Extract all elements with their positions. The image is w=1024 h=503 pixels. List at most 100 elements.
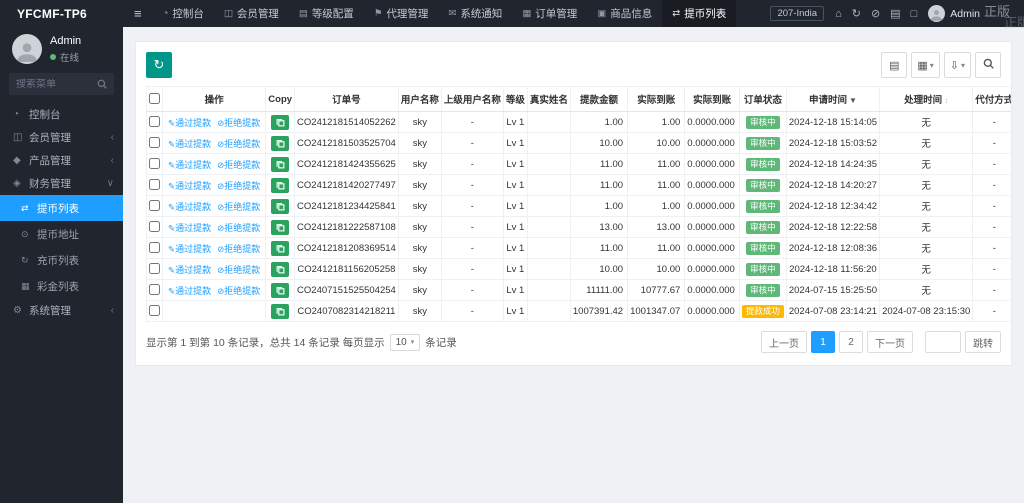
reject-withdraw-link[interactable]: ⊘拒绝提款 bbox=[217, 202, 260, 212]
copy-button[interactable] bbox=[271, 283, 289, 298]
online-status-label: 在线 bbox=[60, 50, 79, 64]
export-button[interactable]: ⇩▾ bbox=[944, 52, 971, 78]
reject-withdraw-link[interactable]: ⊘拒绝提款 bbox=[217, 160, 260, 170]
parent-username: - bbox=[441, 154, 503, 175]
approve-withdraw-link[interactable]: ✎通过提款 bbox=[168, 202, 211, 212]
clear-cache-icon[interactable]: ⊘ bbox=[871, 7, 880, 20]
page-jump-button[interactable]: 跳转 bbox=[965, 331, 1001, 353]
copy-button[interactable] bbox=[271, 262, 289, 277]
navbar-tab-商品信息[interactable]: ▣商品信息 bbox=[587, 0, 662, 27]
row-checkbox[interactable] bbox=[149, 137, 160, 148]
prev-page-button[interactable]: 上一页 bbox=[761, 331, 807, 353]
copy-button[interactable] bbox=[271, 220, 289, 235]
copy-button[interactable] bbox=[271, 241, 289, 256]
language-selector[interactable]: 207-India bbox=[770, 6, 824, 21]
search-toggle-button[interactable] bbox=[975, 52, 1001, 78]
approve-withdraw-link[interactable]: ✎通过提款 bbox=[168, 181, 211, 191]
column-header-用户名称: 用户名称 bbox=[398, 87, 441, 112]
column-label: 等级 bbox=[506, 95, 525, 106]
copy-button[interactable] bbox=[271, 304, 289, 319]
copy-button[interactable] bbox=[271, 136, 289, 151]
reject-withdraw-link[interactable]: ⊘拒绝提款 bbox=[217, 139, 260, 149]
row-checkbox[interactable] bbox=[149, 200, 160, 211]
reject-withdraw-link[interactable]: ⊘拒绝提款 bbox=[217, 181, 260, 191]
username: sky bbox=[398, 217, 441, 238]
navbar-tab-系统通知[interactable]: ✉系统通知 bbox=[438, 0, 512, 27]
withdraw-amount: 1.00 bbox=[570, 112, 627, 133]
copy-button[interactable] bbox=[271, 178, 289, 193]
sidebar-item-财务管理[interactable]: ◈财务管理∨ bbox=[0, 172, 123, 195]
approve-withdraw-link[interactable]: ✎通过提款 bbox=[168, 265, 211, 275]
next-page-button[interactable]: 下一页 bbox=[867, 331, 913, 353]
app-logo: YFCMF-TP6 bbox=[0, 0, 123, 27]
approve-withdraw-link[interactable]: ✎通过提款 bbox=[168, 160, 211, 170]
reject-withdraw-link[interactable]: ⊘拒绝提款 bbox=[217, 244, 260, 254]
username: sky bbox=[398, 259, 441, 280]
row-checkbox[interactable] bbox=[149, 158, 160, 169]
row-checkbox[interactable] bbox=[149, 263, 160, 274]
level: Lv 1 bbox=[503, 175, 527, 196]
row-checkbox[interactable] bbox=[149, 284, 160, 295]
pay-type: - bbox=[973, 175, 1012, 196]
paging-toggle-button[interactable]: ▤ bbox=[881, 52, 907, 78]
navbar-tab-等级配置[interactable]: ▤等级配置 bbox=[289, 0, 364, 27]
columns-button[interactable]: ▦▾ bbox=[911, 52, 939, 78]
copy-button[interactable] bbox=[271, 115, 289, 130]
navbar-user-menu[interactable]: Admin bbox=[928, 5, 980, 22]
approve-withdraw-link[interactable]: ✎通过提款 bbox=[168, 139, 211, 149]
person-icon bbox=[14, 38, 40, 64]
sidebar-item-提币地址[interactable]: ⊙提币地址 bbox=[0, 221, 123, 247]
row-checkbox[interactable] bbox=[149, 305, 160, 316]
order-number: CO2412181514052262 bbox=[295, 112, 399, 133]
reject-withdraw-link[interactable]: ⊘拒绝提款 bbox=[217, 118, 260, 128]
edit-icon: ✎ bbox=[168, 160, 175, 170]
approve-withdraw-link[interactable]: ✎通过提款 bbox=[168, 244, 211, 254]
column-header-Copy: Copy bbox=[266, 87, 295, 112]
edit-icon: ✎ bbox=[168, 265, 175, 275]
row-checkbox[interactable] bbox=[149, 221, 160, 232]
user-profile[interactable]: Admin 在线 bbox=[0, 27, 123, 70]
select-all-checkbox[interactable] bbox=[149, 93, 160, 104]
sidebar-item-会员管理[interactable]: ◫会员管理‹ bbox=[0, 126, 123, 149]
sidebar-item-提币列表[interactable]: ⇄提币列表 bbox=[0, 195, 123, 221]
approve-withdraw-link[interactable]: ✎通过提款 bbox=[168, 223, 211, 233]
pay-type: - bbox=[973, 154, 1012, 175]
home-icon[interactable]: ⌂ bbox=[835, 8, 842, 20]
navbar-tab-提币列表[interactable]: ⇄提币列表 bbox=[662, 0, 736, 27]
approve-withdraw-link[interactable]: ✎通过提款 bbox=[168, 286, 211, 296]
approve-withdraw-link[interactable]: ✎通过提款 bbox=[168, 118, 211, 128]
order-number: CO2412181420277497 bbox=[295, 175, 399, 196]
reject-withdraw-link[interactable]: ⊘拒绝提款 bbox=[217, 286, 260, 296]
edit-icon: ✎ bbox=[168, 118, 175, 128]
menu-search-input[interactable] bbox=[16, 79, 97, 90]
reject-withdraw-link[interactable]: ⊘拒绝提款 bbox=[217, 265, 260, 275]
navbar-tab-代理管理[interactable]: ⚑代理管理 bbox=[364, 0, 439, 27]
row-checkbox[interactable] bbox=[149, 116, 160, 127]
copy-button[interactable] bbox=[271, 157, 289, 172]
navbar-tab-会员管理[interactable]: ◫会员管理 bbox=[214, 0, 289, 27]
copy-button[interactable] bbox=[271, 199, 289, 214]
refresh-icon[interactable]: ↻ bbox=[852, 7, 861, 20]
column-header-申请时间[interactable]: 申请时间▼ bbox=[786, 87, 879, 112]
message-icon[interactable]: ▤ bbox=[890, 7, 900, 20]
refresh-button[interactable]: ↻ bbox=[146, 52, 172, 78]
sidebar-item-充币列表[interactable]: ↻充币列表 bbox=[0, 247, 123, 273]
page-button-2[interactable]: 2 bbox=[839, 331, 863, 353]
real-name bbox=[527, 238, 570, 259]
column-header-处理时间[interactable]: 处理时间↕ bbox=[880, 87, 973, 112]
page-size-select[interactable]: 10 ▾ bbox=[390, 334, 421, 351]
page-button-1[interactable]: 1 bbox=[811, 331, 835, 353]
sidebar-item-彩金列表[interactable]: ▦彩金列表 bbox=[0, 273, 123, 299]
reject-withdraw-link[interactable]: ⊘拒绝提款 bbox=[217, 223, 260, 233]
row-checkbox[interactable] bbox=[149, 242, 160, 253]
row-actions: ✎通过提款 ⊘拒绝提款 bbox=[163, 217, 266, 238]
sidebar-item-产品管理[interactable]: ◆产品管理‹ bbox=[0, 149, 123, 172]
sidebar-item-控制台[interactable]: ◔控制台 bbox=[0, 103, 123, 126]
menu-toggle-icon[interactable]: ≡ bbox=[123, 6, 153, 21]
navbar-tab-订单管理[interactable]: ▦订单管理 bbox=[512, 0, 587, 27]
row-checkbox[interactable] bbox=[149, 179, 160, 190]
sidebar-item-系统管理[interactable]: ⚙系统管理‹ bbox=[0, 299, 123, 322]
page-jump-input[interactable] bbox=[925, 331, 961, 353]
navbar-tab-控制台[interactable]: ◔控制台 bbox=[153, 0, 214, 27]
fullscreen-icon[interactable]: □ bbox=[911, 8, 918, 20]
